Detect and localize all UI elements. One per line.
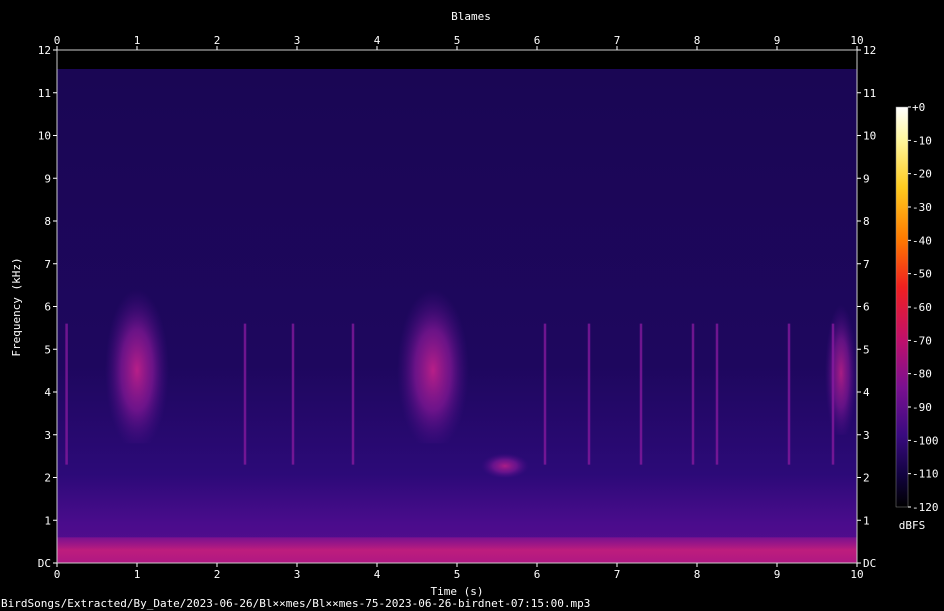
colorbar-tick-label: -50 <box>912 268 932 281</box>
y-tick-label-right: 2 <box>863 472 870 485</box>
y-tick-label-right: 10 <box>863 130 876 143</box>
colorbar-tick-label: -30 <box>912 201 932 214</box>
x-tick-label-top: 5 <box>454 34 461 47</box>
y-axis-label: Frequency (kHz) <box>10 257 23 356</box>
x-tick-label-top: 1 <box>134 34 141 47</box>
x-axis-top: 0 1 2 3 4 5 6 7 8 9 10 <box>54 34 864 50</box>
y-tick-label-left: 6 <box>44 301 51 314</box>
y-tick-label-left: 1 <box>44 514 51 527</box>
x-tick-label-bottom: 10 <box>850 568 863 581</box>
x-axis-bottom: 0 1 2 3 4 5 6 7 8 9 10 <box>54 563 864 581</box>
y-tick-label-left: 11 <box>38 87 51 100</box>
x-tick-label-bottom: 1 <box>134 568 141 581</box>
x-tick-label-bottom: 5 <box>454 568 461 581</box>
x-tick-label-top: 2 <box>214 34 221 47</box>
y-tick-label-left: DC <box>38 557 51 570</box>
colorbar-ticks: +0 -10 -20 -30 -40 -50 -60 -70 -80 -90 -100 -110 -12… <box>908 101 939 514</box>
y-tick-label-left: 3 <box>44 429 51 442</box>
y-tick-label-right: 3 <box>863 429 870 442</box>
footer-filename: BirdSongs/Extracted/By_Date/2023-06-26/B… <box>1 597 590 610</box>
colorbar-tick-label: -60 <box>912 301 932 314</box>
colorbar-tick-label: -20 <box>912 168 932 181</box>
x-tick-label-top: 3 <box>294 34 301 47</box>
y-tick-label-left: 9 <box>44 172 51 185</box>
y-tick-label-right: 5 <box>863 343 870 356</box>
y-tick-label-right: 9 <box>863 172 870 185</box>
y-tick-label-left: 12 <box>38 44 51 57</box>
x-tick-label-top: 8 <box>694 34 701 47</box>
x-tick-label-top: 4 <box>374 34 381 47</box>
x-tick-label-top: 10 <box>850 34 863 47</box>
spectrogram-figure: Blames 0 1 2 3 4 5 6 7 8 9 10 0 1 2 3 4 5 6 7 8 9 10 DC12345… <box>1 10 939 610</box>
x-tick-label-bottom: 6 <box>534 568 541 581</box>
plot-area <box>56 49 858 564</box>
y-tick-label-right: 7 <box>863 258 870 271</box>
y-tick-label-right: 12 <box>863 44 876 57</box>
y-axis-right: DC123456789101112 <box>857 44 876 570</box>
x-tick-label-bottom: 3 <box>294 568 301 581</box>
colorbar-tick-label: +0 <box>912 101 925 114</box>
x-tick-label-top: 7 <box>614 34 621 47</box>
spectral-event <box>105 280 169 444</box>
spectral-event <box>57 537 857 563</box>
colorbar-tick-label: -40 <box>912 234 932 247</box>
x-tick-label-bottom: 2 <box>214 568 221 581</box>
y-tick-label-left: 10 <box>38 130 51 143</box>
colorbar-tick-label: -120 <box>912 501 939 514</box>
x-tick-label-top: 0 <box>54 34 61 47</box>
x-tick-label-top: 6 <box>534 34 541 47</box>
y-tick-label-right: 6 <box>863 301 870 314</box>
y-tick-label-right: 1 <box>863 514 870 527</box>
y-tick-label-left: 2 <box>44 472 51 485</box>
spectral-event <box>481 451 529 478</box>
colorbar-tick-label: -100 <box>912 434 939 447</box>
y-tick-label-right: DC <box>863 557 876 570</box>
y-tick-label-right: 11 <box>863 87 876 100</box>
x-tick-label-bottom: 0 <box>54 568 61 581</box>
colorbar-label: dBFS <box>899 519 926 532</box>
y-tick-label-right: 4 <box>863 386 870 399</box>
spectral-event <box>397 280 469 444</box>
colorbar-tick-label: -110 <box>912 468 939 481</box>
colorbar-tick-label: -80 <box>912 368 932 381</box>
x-tick-label-bottom: 4 <box>374 568 381 581</box>
y-axis-left: DC123456789101112 <box>38 44 57 570</box>
x-tick-label-bottom: 7 <box>614 568 621 581</box>
colorbar: +0 -10 -20 -30 -40 -50 -60 -70 -80 -90 -100 -110 -12… <box>895 101 939 532</box>
y-tick-label-left: 7 <box>44 258 51 271</box>
x-tick-label-top: 9 <box>774 34 781 47</box>
colorbar-gradient <box>895 106 909 508</box>
y-tick-label-left: 5 <box>44 343 51 356</box>
x-tick-label-bottom: 8 <box>694 568 701 581</box>
colorbar-tick-label: -70 <box>912 334 932 347</box>
chart-title: Blames <box>451 10 491 23</box>
y-tick-label-left: 8 <box>44 215 51 228</box>
y-tick-label-right: 8 <box>863 215 870 228</box>
colorbar-tick-label: -90 <box>912 401 932 414</box>
y-tick-label-left: 4 <box>44 386 51 399</box>
x-tick-label-bottom: 9 <box>774 568 781 581</box>
colorbar-tick-label: -10 <box>912 134 932 147</box>
spectral-event <box>825 297 857 435</box>
